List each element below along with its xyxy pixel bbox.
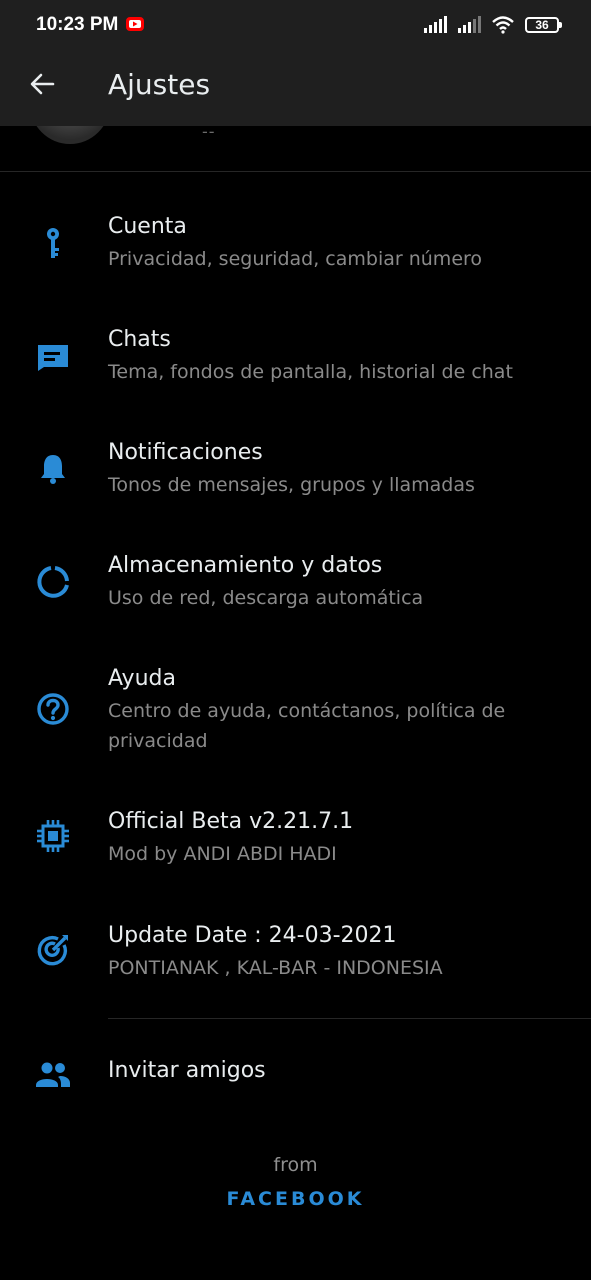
- page-title: Ajustes: [108, 68, 211, 101]
- status-bar: 10:23 PM 36: [0, 0, 591, 48]
- settings-item-update-date[interactable]: Update Date : 24-03-2021 PONTIANAK , KAL…: [0, 915, 591, 1005]
- chip-icon: [34, 817, 72, 855]
- settings-item-cuenta[interactable]: Cuenta Privacidad, seguridad, cambiar nú…: [0, 206, 591, 296]
- invite-friends-item[interactable]: Invitar amigos: [0, 1040, 591, 1110]
- footer-from: from: [273, 1154, 318, 1176]
- divider: [0, 171, 591, 172]
- key-icon: [34, 224, 72, 262]
- settings-item-notificaciones[interactable]: Notificaciones Tonos de mensajes, grupos…: [0, 432, 591, 522]
- chat-icon: [34, 337, 72, 375]
- help-icon: [34, 690, 72, 728]
- settings-item-title: Chats: [108, 327, 171, 352]
- status-icons: 36: [423, 15, 562, 35]
- settings-item-version[interactable]: Official Beta v2.21.7.1 Mod by ANDI ABDI…: [0, 801, 591, 891]
- people-icon: [34, 1056, 72, 1094]
- battery-icon: 36: [525, 17, 562, 33]
- avatar[interactable]: [30, 126, 110, 144]
- profile-row[interactable]: --: [0, 126, 591, 172]
- data-usage-icon: [34, 563, 72, 601]
- settings-item-title: Almacenamiento y datos: [108, 553, 383, 578]
- signal-icon: [424, 16, 447, 33]
- signal-icon-2: [458, 16, 481, 33]
- wifi-icon: [492, 16, 514, 34]
- settings-item-chats[interactable]: Chats Tema, fondos de pantalla, historia…: [0, 319, 591, 409]
- footer-brand: FACEBOOK: [226, 1188, 365, 1210]
- youtube-notification-icon: [126, 17, 144, 31]
- settings-item-title: Ayuda: [108, 666, 176, 691]
- settings-item-title: Update Date : 24-03-2021: [108, 923, 397, 948]
- settings-item-title: Official Beta v2.21.7.1: [108, 809, 354, 834]
- settings-item-subtitle: Tema, fondos de pantalla, historial de c…: [108, 361, 513, 383]
- settings-item-almacenamiento[interactable]: Almacenamiento y datos Uso de red, desca…: [0, 545, 591, 635]
- app-bar: Ajustes: [0, 48, 591, 126]
- profile-status: --: [202, 126, 216, 141]
- settings-item-subtitle: Privacidad, seguridad, cambiar número: [108, 248, 483, 270]
- settings-item-title: Cuenta: [108, 214, 187, 239]
- settings-item-subtitle: PONTIANAK , KAL-BAR - INDONESIA: [108, 957, 443, 979]
- target-icon: [34, 931, 72, 969]
- back-button[interactable]: [26, 68, 58, 100]
- bell-icon: [34, 450, 72, 488]
- divider: [108, 1018, 591, 1019]
- settings-item-subtitle: Centro de ayuda, contáctanos, política d…: [108, 700, 506, 752]
- settings-item-subtitle: Tonos de mensajes, grupos y llamadas: [108, 474, 475, 496]
- settings-item-ayuda[interactable]: Ayuda Centro de ayuda, contáctanos, polí…: [0, 658, 591, 778]
- settings-item-subtitle: Mod by ANDI ABDI HADI: [108, 843, 337, 865]
- status-time: 10:23 PM: [36, 14, 119, 35]
- settings-item-subtitle: Uso de red, descarga automática: [108, 587, 424, 609]
- invite-friends-label: Invitar amigos: [108, 1058, 266, 1083]
- settings-item-title: Notificaciones: [108, 440, 263, 465]
- arrow-left-icon: [30, 73, 55, 95]
